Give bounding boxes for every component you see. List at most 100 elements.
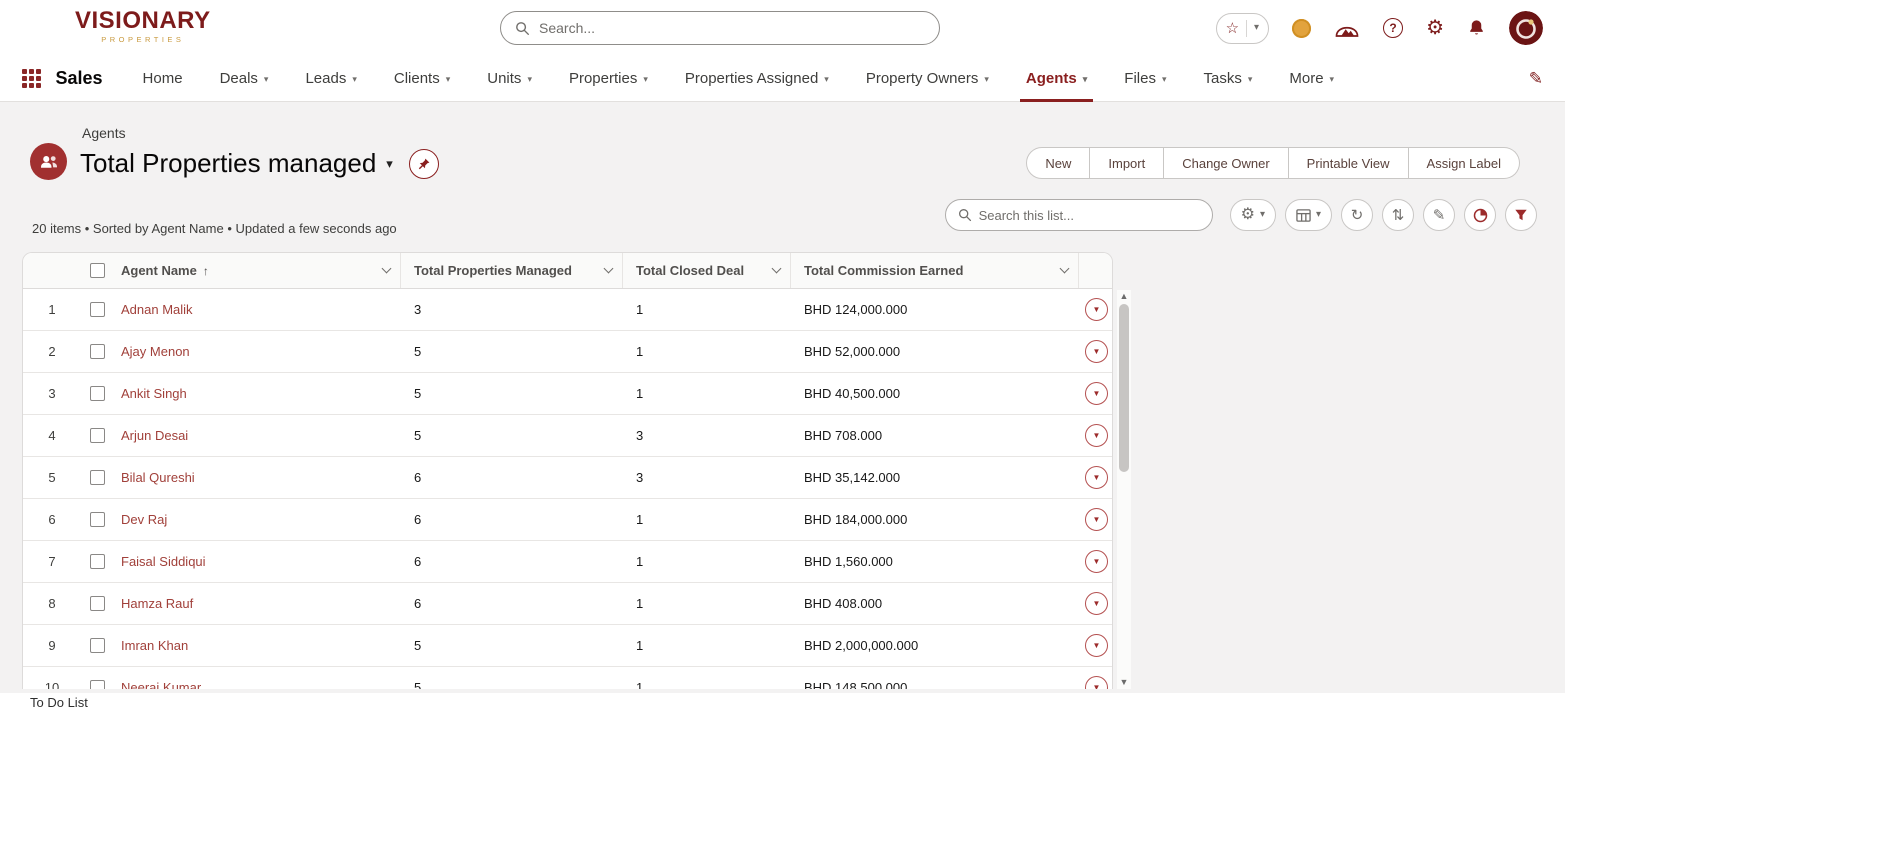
assign-label-button[interactable]: Assign Label: [1409, 147, 1520, 179]
agent-name-link[interactable]: Hamza Rauf: [121, 596, 193, 611]
column-header-total-properties[interactable]: Total Properties Managed: [401, 253, 623, 288]
agent-name-link[interactable]: Arjun Desai: [121, 428, 188, 443]
refresh-button[interactable]: ↻: [1341, 199, 1373, 231]
global-search[interactable]: [500, 11, 940, 45]
chevron-down-icon[interactable]: ▾: [643, 72, 648, 85]
row-actions-button[interactable]: ▼: [1085, 592, 1108, 615]
chevron-down-icon[interactable]: ▾: [352, 72, 357, 85]
nav-item-clients[interactable]: Clients▾: [394, 56, 450, 101]
row-actions-button[interactable]: ▼: [1085, 382, 1108, 405]
row-actions-button[interactable]: ▼: [1085, 340, 1108, 363]
row-checkbox[interactable]: [90, 470, 105, 485]
nav-item-leads[interactable]: Leads▾: [305, 56, 356, 101]
select-all-checkbox[interactable]: [90, 263, 105, 278]
charts-button[interactable]: [1464, 199, 1496, 231]
agent-name-link[interactable]: Adnan Malik: [121, 302, 193, 317]
new-button[interactable]: New: [1026, 147, 1090, 179]
import-button[interactable]: Import: [1090, 147, 1164, 179]
row-checkbox[interactable]: [90, 596, 105, 611]
row-actions-button[interactable]: ▼: [1085, 676, 1108, 689]
agent-name-link[interactable]: Neeraj Kumar: [121, 680, 201, 689]
status-dot-icon[interactable]: [1292, 19, 1311, 38]
app-name[interactable]: Sales: [56, 68, 103, 89]
row-checkbox[interactable]: [90, 512, 105, 527]
column-header-agent-name[interactable]: Agent Name↑: [113, 253, 401, 288]
nav-item-tasks[interactable]: Tasks▾: [1203, 56, 1252, 101]
nav-item-agents[interactable]: Agents▾: [1026, 56, 1087, 101]
list-settings-button[interactable]: ⚙ ▾: [1230, 199, 1276, 231]
nav-item-properties-assigned[interactable]: Properties Assigned▾: [685, 56, 829, 101]
list-search-input[interactable]: [979, 208, 1200, 223]
column-menu-chevron-icon[interactable]: [772, 264, 782, 274]
pin-list-view-button[interactable]: [409, 149, 439, 179]
setup-gear-icon[interactable]: ⚙: [1426, 18, 1444, 38]
row-actions-button[interactable]: ▼: [1085, 424, 1108, 447]
chevron-down-icon[interactable]: ▾: [984, 72, 989, 85]
todo-list-label[interactable]: To Do List: [30, 695, 88, 710]
nav-item-files[interactable]: Files▾: [1124, 56, 1166, 101]
chevron-down-icon[interactable]: ▾: [264, 72, 269, 85]
row-checkbox[interactable]: [90, 638, 105, 653]
agent-name-link[interactable]: Ankit Singh: [121, 386, 187, 401]
favorites-button[interactable]: ☆ ▾: [1216, 13, 1269, 44]
row-actions-button[interactable]: ▼: [1085, 466, 1108, 489]
chevron-down-icon[interactable]: ▾: [1254, 23, 1259, 33]
agent-name-link[interactable]: Imran Khan: [121, 638, 188, 653]
notifications-bell-icon[interactable]: [1467, 18, 1486, 38]
nav-item-properties[interactable]: Properties▾: [569, 56, 648, 101]
row-checkbox[interactable]: [90, 386, 105, 401]
chevron-down-icon[interactable]: ▾: [527, 72, 532, 85]
column-header-total-closed-deal[interactable]: Total Closed Deal: [623, 253, 791, 288]
chevron-down-icon[interactable]: ▾: [1330, 72, 1335, 85]
row-checkbox[interactable]: [90, 428, 105, 443]
row-checkbox[interactable]: [90, 554, 105, 569]
table-scrollbar[interactable]: ▲ ▼: [1117, 290, 1131, 689]
scroll-up-arrow[interactable]: ▲: [1117, 292, 1131, 301]
trailhead-icon[interactable]: [1334, 17, 1360, 39]
scrollbar-thumb[interactable]: [1119, 304, 1129, 472]
row-actions-button[interactable]: ▼: [1085, 508, 1108, 531]
agent-name-link[interactable]: Ajay Menon: [121, 344, 190, 359]
row-actions-button[interactable]: ▼: [1085, 550, 1108, 573]
column-menu-chevron-icon[interactable]: [1060, 264, 1070, 274]
nav-item-home[interactable]: Home: [143, 56, 183, 101]
nav-item-deals[interactable]: Deals▾: [220, 56, 269, 101]
row-actions-button[interactable]: ▼: [1085, 634, 1108, 657]
app-launcher-icon[interactable]: [22, 69, 41, 88]
help-icon[interactable]: ?: [1383, 18, 1403, 38]
agent-name-link[interactable]: Faisal Siddiqui: [121, 554, 206, 569]
agent-name-link[interactable]: Dev Raj: [121, 512, 167, 527]
column-menu-chevron-icon[interactable]: [604, 264, 614, 274]
column-header-total-commission[interactable]: Total Commission Earned: [791, 253, 1079, 288]
agent-name-link[interactable]: Bilal Qureshi: [121, 470, 195, 485]
nav-item-units[interactable]: Units▾: [487, 56, 532, 101]
row-checkbox[interactable]: [90, 302, 105, 317]
list-view-controls: ⚙ ▾ ▾ ↻ ⇅ ✎: [945, 199, 1537, 231]
edit-nav-pencil-icon[interactable]: ✎: [1529, 70, 1543, 87]
brand-logo[interactable]: VISIONARY PROPERTIES: [75, 9, 211, 44]
scroll-down-arrow[interactable]: ▼: [1117, 678, 1131, 687]
printable-view-button[interactable]: Printable View: [1289, 147, 1409, 179]
caret-down-icon: ▼: [1093, 389, 1101, 398]
list-view-selector-caret-icon[interactable]: ▾: [386, 156, 393, 172]
chevron-down-icon[interactable]: ▾: [824, 72, 829, 85]
user-avatar[interactable]: [1509, 11, 1543, 45]
chevron-down-icon[interactable]: ▾: [446, 72, 451, 85]
row-checkbox[interactable]: [90, 344, 105, 359]
column-menu-chevron-icon[interactable]: [382, 264, 392, 274]
inline-edit-button[interactable]: ✎: [1423, 199, 1455, 231]
sort-button[interactable]: ⇅: [1382, 199, 1414, 231]
chevron-down-icon[interactable]: ▾: [1083, 72, 1088, 85]
nav-item-more[interactable]: More▾: [1289, 56, 1334, 101]
global-search-input[interactable]: [539, 20, 925, 36]
chevron-down-icon[interactable]: ▾: [1248, 72, 1253, 85]
list-search[interactable]: [945, 199, 1213, 231]
breadcrumb[interactable]: Agents: [82, 125, 126, 141]
filter-button[interactable]: [1505, 199, 1537, 231]
change-owner-button[interactable]: Change Owner: [1164, 147, 1288, 179]
row-actions-button[interactable]: ▼: [1085, 298, 1108, 321]
row-checkbox[interactable]: [90, 680, 105, 689]
chevron-down-icon[interactable]: ▾: [1162, 72, 1167, 85]
display-as-table-button[interactable]: ▾: [1285, 199, 1332, 231]
nav-item-property-owners[interactable]: Property Owners▾: [866, 56, 989, 101]
